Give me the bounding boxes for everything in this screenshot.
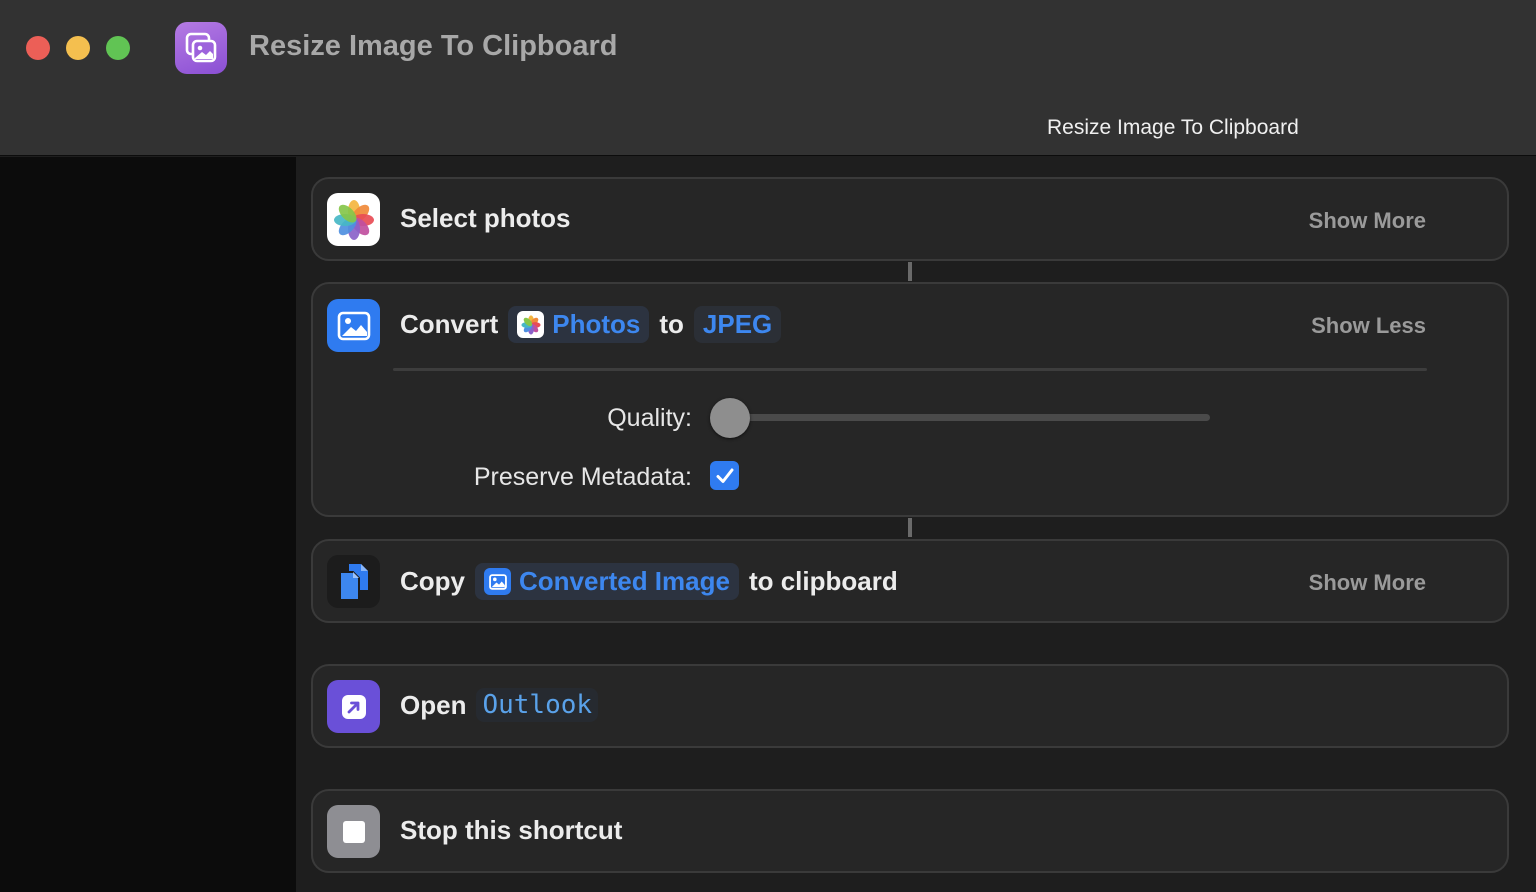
action-copy-to-clipboard[interactable]: Copy Converted Image to clipboard Show M…	[311, 539, 1509, 623]
open-app-icon	[327, 680, 380, 733]
copy-documents-icon	[327, 555, 380, 608]
preserve-metadata-checkbox[interactable]	[710, 461, 739, 490]
action-summary: Convert Photos to JPEG	[400, 306, 782, 343]
quality-label: Quality:	[607, 404, 692, 432]
sidebar	[0, 157, 296, 892]
quality-slider-knob[interactable]	[710, 398, 750, 438]
action-connector	[908, 518, 912, 537]
action-summary: Open Outlook	[400, 688, 599, 722]
stop-icon	[327, 805, 380, 858]
show-more-button[interactable]: Show More	[1309, 570, 1426, 596]
action-select-photos[interactable]: Select photos Show More	[311, 177, 1509, 261]
section-divider	[393, 368, 1427, 371]
token-label: JPEG	[702, 309, 773, 339]
action-joiner: to	[659, 309, 684, 339]
shortcut-app-icon[interactable]	[175, 22, 227, 74]
action-open-app[interactable]: Open Outlook	[311, 664, 1509, 748]
quality-slider[interactable]	[710, 398, 1210, 438]
action-summary: Stop this shortcut	[400, 815, 622, 846]
window-title: Resize Image To Clipboard	[249, 30, 618, 62]
image-icon	[484, 568, 511, 595]
converted-image-variable-token[interactable]: Converted Image	[475, 563, 739, 600]
action-verb: Convert	[400, 309, 499, 339]
minimize-window-button[interactable]	[66, 36, 90, 60]
action-label: Stop this shortcut	[400, 815, 623, 845]
action-stop-shortcut[interactable]: Stop this shortcut	[311, 789, 1509, 873]
app-parameter-token[interactable]: Outlook	[476, 688, 599, 722]
photos-icon	[517, 311, 545, 338]
shortcut-name-title[interactable]: Resize Image To Clipboard	[1047, 116, 1299, 140]
show-more-button[interactable]: Show More	[1309, 208, 1426, 234]
title-bar: Resize Image To Clipboard Resize Image T…	[0, 0, 1536, 156]
token-label: Photos	[552, 309, 641, 339]
checkmark-icon	[716, 468, 733, 483]
action-verb: Copy	[400, 566, 465, 596]
action-label: Select photos	[400, 203, 571, 233]
close-window-button[interactable]	[26, 36, 50, 60]
action-summary: Copy Converted Image to clipboard	[400, 563, 898, 600]
token-label: Converted Image	[519, 566, 730, 596]
action-suffix: to clipboard	[748, 566, 898, 596]
show-less-button[interactable]: Show Less	[1311, 313, 1426, 339]
editor-canvas	[296, 157, 1536, 892]
action-connector	[908, 262, 912, 281]
preserve-metadata-label: Preserve Metadata:	[473, 463, 692, 491]
action-summary: Select photos	[400, 203, 570, 234]
photos-app-icon	[327, 193, 380, 246]
image-icon	[327, 299, 380, 352]
photos-variable-token[interactable]: Photos	[508, 306, 650, 343]
action-convert-image[interactable]: Convert Photos to JPEG Show Less Quality…	[311, 282, 1509, 517]
action-verb: Open	[400, 689, 467, 720]
format-parameter-token[interactable]: JPEG	[693, 306, 782, 343]
zoom-window-button[interactable]	[106, 36, 130, 60]
